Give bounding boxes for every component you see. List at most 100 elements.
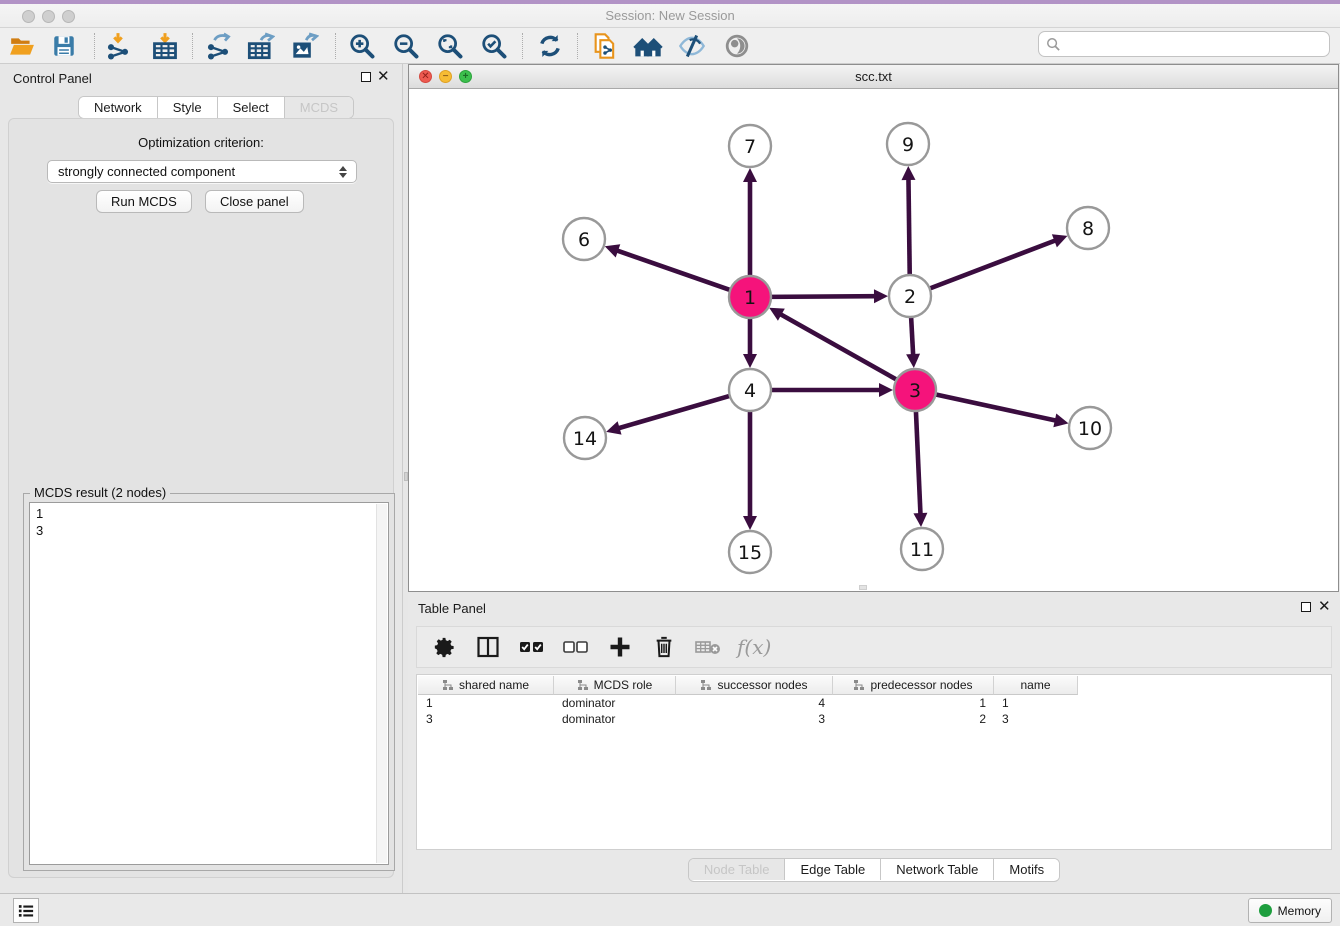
- add-icon[interactable]: [605, 632, 635, 662]
- column-header-MCDS-role[interactable]: MCDS role: [554, 676, 676, 695]
- search-box[interactable]: [1038, 31, 1330, 57]
- edge-3-11[interactable]: [916, 409, 921, 515]
- zoom-in-icon[interactable]: [345, 31, 379, 61]
- delete-table-icon[interactable]: [693, 632, 723, 662]
- edge-2-9[interactable]: [908, 178, 909, 277]
- result-scrollbar[interactable]: [376, 504, 387, 863]
- tab-edge-table[interactable]: Edge Table: [784, 859, 880, 880]
- birds-eye-view-icon[interactable]: [720, 31, 754, 61]
- window-title: Session: New Session: [0, 8, 1340, 23]
- edge-3-1[interactable]: [780, 314, 899, 381]
- table-row[interactable]: 3dominator323: [418, 711, 1078, 727]
- arrowhead-3-11: [913, 513, 927, 527]
- cell-name[interactable]: 3: [994, 711, 1078, 727]
- mcds-tab-content: Optimization criterion: strongly connect…: [8, 118, 394, 878]
- tab-network-table[interactable]: Network Table: [880, 859, 993, 880]
- table-panel-title: Table Panel: [418, 601, 486, 616]
- toolbar-divider: [577, 33, 578, 59]
- show-all-networks-icon[interactable]: [631, 31, 665, 61]
- apply-layout-icon[interactable]: [533, 31, 567, 61]
- graph-node-label-15: 15: [738, 542, 762, 564]
- cell-MCDS-role[interactable]: dominator: [554, 695, 676, 711]
- float-panel-icon[interactable]: [361, 72, 371, 82]
- tab-mcds[interactable]: MCDS: [284, 97, 353, 118]
- graph-node-label-2: 2: [904, 286, 916, 308]
- column-header-successor-nodes[interactable]: successor nodes: [676, 676, 833, 695]
- cell-shared-name[interactable]: 1: [418, 695, 554, 711]
- zoom-fit-icon[interactable]: [433, 31, 467, 61]
- run-mcds-button[interactable]: Run MCDS: [96, 190, 192, 213]
- cell-successor-nodes[interactable]: 3: [676, 711, 833, 727]
- table-body: 1dominator4113dominator323: [418, 695, 1078, 727]
- cell-MCDS-role[interactable]: dominator: [554, 711, 676, 727]
- optimization-criterion-dropdown[interactable]: strongly connected component: [47, 160, 357, 183]
- cell-predecessor-nodes[interactable]: 2: [833, 711, 994, 727]
- close-panel-icon[interactable]: ✕: [377, 67, 390, 85]
- status-bar: Memory: [0, 893, 1340, 926]
- control-panel-title: Control Panel: [13, 71, 92, 86]
- cell-shared-name[interactable]: 3: [418, 711, 554, 727]
- arrowhead-2-3: [906, 354, 920, 368]
- tab-node-table[interactable]: Node Table: [689, 859, 785, 880]
- zoom-selected-icon[interactable]: [477, 31, 511, 61]
- search-input[interactable]: [1066, 37, 1329, 52]
- cell-successor-nodes[interactable]: 4: [676, 695, 833, 711]
- export-image-icon[interactable]: [288, 31, 322, 61]
- export-table-icon[interactable]: [244, 31, 278, 61]
- network-canvas[interactable]: 7968124314101511: [409, 89, 1338, 591]
- arrowhead-4-15: [743, 516, 757, 530]
- gear-icon[interactable]: [429, 632, 459, 662]
- cell-name[interactable]: 1: [994, 695, 1078, 711]
- tab-motifs[interactable]: Motifs: [993, 859, 1059, 880]
- arrowhead-2-9: [901, 166, 915, 180]
- save-session-icon[interactable]: [47, 31, 81, 61]
- zoom-out-icon[interactable]: [389, 31, 423, 61]
- delete-icon[interactable]: [649, 632, 679, 662]
- dropdown-stepper-icon: [334, 166, 352, 178]
- edge-2-8[interactable]: [928, 240, 1056, 289]
- node-table[interactable]: shared nameMCDS rolesuccessor nodesprede…: [416, 674, 1332, 850]
- column-header-shared-name[interactable]: shared name: [418, 676, 554, 695]
- memory-button[interactable]: Memory: [1248, 898, 1332, 923]
- cell-predecessor-nodes[interactable]: 1: [833, 695, 994, 711]
- edge-1-2[interactable]: [769, 296, 876, 297]
- mcds-result-area[interactable]: 1 3: [29, 502, 389, 865]
- tab-network[interactable]: Network: [79, 97, 157, 118]
- table-row[interactable]: 1dominator411: [418, 695, 1078, 711]
- clone-network-icon[interactable]: [588, 31, 622, 61]
- import-network-icon[interactable]: [101, 31, 135, 61]
- table-header-row: shared nameMCDS rolesuccessor nodesprede…: [418, 676, 1078, 695]
- edge-2-3[interactable]: [911, 315, 913, 356]
- arrowhead-3-10: [1053, 414, 1068, 428]
- column-header-name[interactable]: name: [994, 676, 1078, 695]
- graph-node-label-1: 1: [744, 287, 756, 309]
- export-network-icon[interactable]: [201, 31, 235, 61]
- open-session-icon[interactable]: [5, 31, 39, 61]
- frame-resize-grip[interactable]: [859, 585, 867, 590]
- hierarchy-icon: [700, 679, 712, 691]
- float-panel-icon[interactable]: [1301, 602, 1311, 612]
- edge-3-10[interactable]: [934, 394, 1057, 421]
- graph-node-label-7: 7: [744, 136, 756, 158]
- column-view-icon[interactable]: [473, 632, 503, 662]
- close-panel-button[interactable]: Close panel: [205, 190, 304, 213]
- task-history-icon[interactable]: [13, 898, 39, 923]
- select-all-icon[interactable]: [517, 632, 547, 662]
- column-header-predecessor-nodes[interactable]: predecessor nodes: [833, 676, 994, 695]
- import-table-icon[interactable]: [148, 31, 182, 61]
- main-toolbar: [0, 28, 1340, 64]
- arrowhead-1-6: [605, 244, 621, 257]
- network-graph[interactable]: 7968124314101511: [409, 89, 1338, 592]
- hide-details-icon[interactable]: [675, 31, 709, 61]
- deselect-all-icon[interactable]: [561, 632, 591, 662]
- close-panel-icon[interactable]: ✕: [1318, 597, 1331, 615]
- tab-select[interactable]: Select: [217, 97, 284, 118]
- edge-4-14[interactable]: [618, 395, 732, 428]
- graph-node-label-6: 6: [578, 229, 590, 251]
- optimization-criterion-label: Optimization criterion:: [9, 135, 393, 150]
- function-builder-icon[interactable]: f(x): [737, 635, 771, 659]
- network-frame-titlebar[interactable]: ✕ − + scc.txt: [409, 65, 1338, 89]
- tab-style[interactable]: Style: [157, 97, 217, 118]
- arrowhead-1-4: [743, 354, 757, 368]
- edge-1-6[interactable]: [616, 250, 732, 291]
